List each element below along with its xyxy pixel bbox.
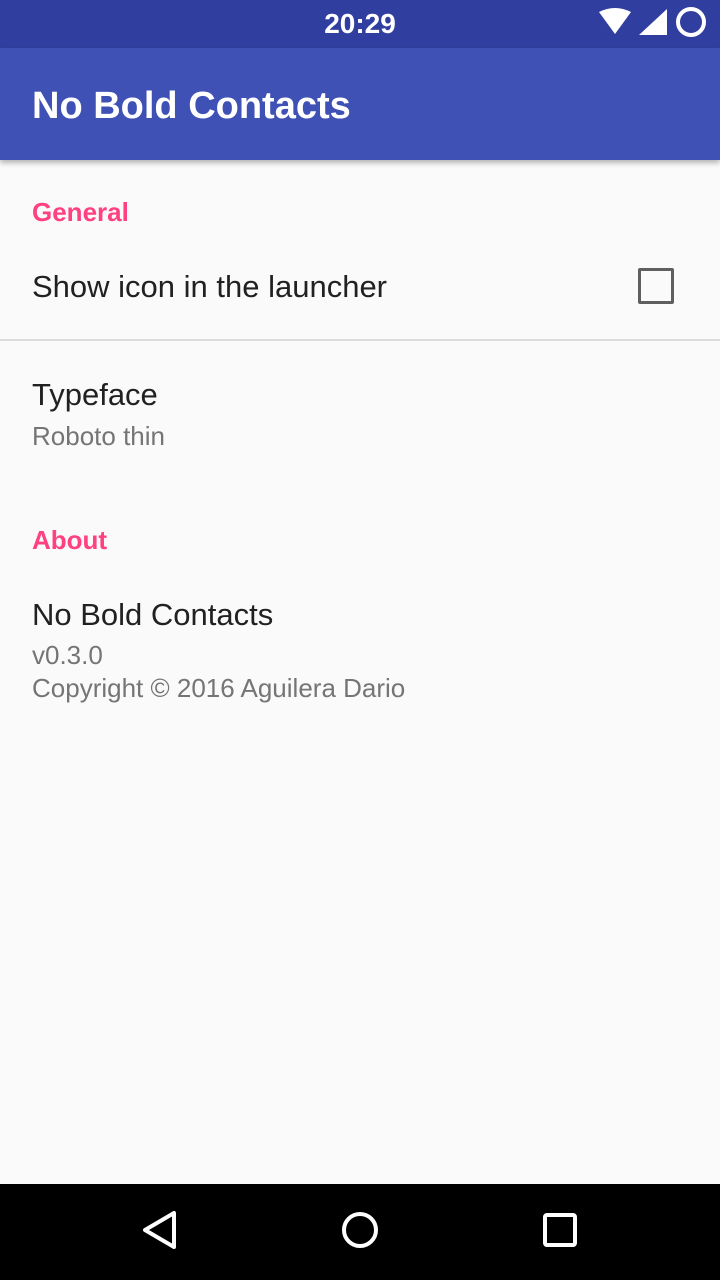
divider [0,339,720,341]
recents-button[interactable] [536,1208,584,1256]
sync-circle-icon [674,5,708,44]
typeface-preference[interactable]: Typeface Roboto thin [0,342,720,472]
app-version: v0.3.0 [32,640,103,670]
typeface-title: Typeface [32,377,158,412]
app-info-title: No Bold Contacts [32,597,274,632]
back-button[interactable] [136,1208,184,1256]
home-icon [340,1210,380,1255]
preferences-list: General Show icon in the launcher Typefa… [0,160,720,1184]
show-icon-checkbox[interactable] [638,268,674,304]
back-icon [140,1210,180,1255]
recents-icon [540,1210,580,1255]
status-bar: 20:29 [0,0,720,48]
show-icon-preference[interactable]: Show icon in the launcher [0,248,720,338]
navigation-bar [0,1184,720,1280]
home-button[interactable] [336,1208,384,1256]
wifi-icon [598,7,632,41]
typeface-summary: Roboto thin [32,421,165,451]
app-bar: No Bold Contacts [0,48,720,160]
show-icon-title: Show icon in the launcher [32,269,388,304]
app-copyright: Copyright © 2016 Aguilera Dario [32,673,406,703]
app-title: No Bold Contacts [32,85,351,127]
general-category-header: General [32,197,129,227]
status-icons [592,6,708,42]
about-category-header: About [32,525,108,555]
app-info-preference[interactable]: No Bold Contacts v0.3.0 Copyright © 2016… [0,576,720,726]
cell-signal-icon [638,8,668,41]
